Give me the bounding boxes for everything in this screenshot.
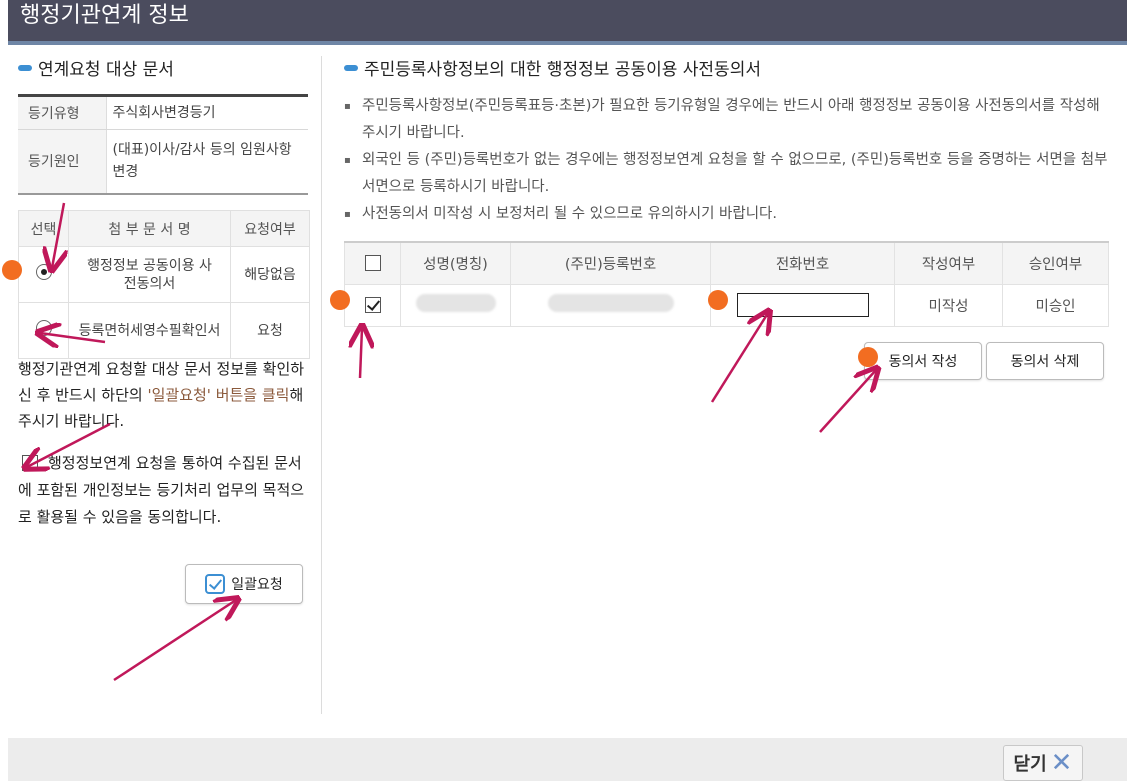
table-header-row: 성명(명칭) (주민)등록번호 전화번호 작성여부 승인여부 — [344, 241, 1109, 285]
select-cell — [18, 302, 69, 359]
select-all-cell — [344, 241, 401, 285]
request-notice: 행정기관연계 요청할 대상 문서 정보를 확인하신 후 반드시 하단의 '일괄요… — [18, 356, 308, 434]
doc-name: 등록면허세영수필확인서 — [68, 302, 231, 359]
approved-status: 미승인 — [1002, 283, 1109, 327]
section-bullet-icon — [344, 64, 358, 71]
window-title-bar: 행정기관연계 정보 — [8, 0, 1127, 44]
close-button[interactable]: 닫기 ✕ — [1003, 745, 1083, 781]
left-section-title: 연계요청 대상 문서 — [38, 60, 174, 80]
footer-bar — [8, 738, 1127, 781]
annotation-dot — [708, 290, 728, 310]
phone-input[interactable] — [736, 293, 869, 317]
table-header-row: 선택 첨 부 문 서 명 요청여부 — [18, 210, 310, 247]
attachment-doc-table: 선택 첨 부 문 서 명 요청여부 행정정보 공동이용 사전동의서 해당없음 등… — [18, 210, 310, 359]
annotation-dot — [2, 260, 22, 280]
privacy-consent-checkbox[interactable] — [22, 454, 38, 471]
redacted-name — [415, 294, 496, 312]
annotation-arrow — [113, 600, 236, 682]
row-select-cell — [344, 283, 401, 327]
reg-number-cell — [510, 283, 711, 327]
name-cell — [400, 283, 511, 327]
guide-item: 사전동의서 미작성 시 보정처리 될 수 있으므로 유의하시기 바랍니다. — [344, 201, 1109, 228]
col-header-doc-name: 첨 부 문 서 명 — [68, 210, 231, 247]
privacy-consent-text: 행정정보연계 요청을 통하여 수집된 문서에 포함된 개인정보는 등기처리 업무… — [18, 454, 305, 526]
info-label: 등기유형 — [18, 95, 107, 130]
notice-highlight: '일괄요청' 버튼을 클릭 — [147, 386, 290, 404]
doc-status: 해당없음 — [230, 246, 310, 303]
delete-consent-button[interactable]: 동의서 삭제 — [986, 342, 1104, 380]
col-header-phone: 전화번호 — [710, 241, 895, 285]
doc-name: 행정정보 공동이용 사전동의서 — [68, 246, 231, 303]
guide-list: 주민등록사항정보(주민등록표등·초본)가 필요한 등기유형일 경우에는 반드시 … — [344, 93, 1109, 228]
info-label: 등기원인 — [18, 129, 107, 195]
select-cell — [18, 246, 69, 303]
table-row: 등기원인 (대표)이사/감사 등의 임원사항 변경 — [18, 129, 308, 195]
right-section-header: 주민등록사항정보의 대한 행정정보 공동이용 사전동의서 — [344, 55, 761, 80]
doc-radio-button[interactable] — [35, 320, 52, 336]
annotation-dot — [858, 347, 878, 367]
doc-status: 요청 — [230, 302, 310, 359]
close-icon: ✕ — [1050, 748, 1073, 778]
privacy-consent: 행정정보연계 요청을 통하여 수집된 문서에 포함된 개인정보는 등기처리 업무… — [18, 450, 308, 531]
col-header-written: 작성여부 — [894, 241, 1003, 285]
right-section-title: 주민등록사항정보의 대한 행정정보 공동이용 사전동의서 — [364, 60, 761, 80]
guide-item: 외국인 등 (주민)등록번호가 없는 경우에는 행정정보연계 요청을 할 수 없… — [344, 147, 1109, 201]
window-title: 행정기관연계 정보 — [20, 3, 189, 28]
registration-info-table: 등기유형 주식회사변경등기 등기원인 (대표)이사/감사 등의 임원사항 변경 — [18, 94, 308, 195]
col-header-reg-number: (주민)등록번호 — [510, 241, 711, 285]
col-header-request: 요청여부 — [230, 210, 310, 247]
write-consent-button[interactable]: 동의서 작성 — [864, 342, 982, 380]
annotation-dot — [330, 290, 350, 310]
batch-request-button[interactable]: 일괄요청 — [185, 564, 303, 604]
redacted-reg-number — [547, 294, 674, 312]
info-value: (대표)이사/감사 등의 임원사항 변경 — [106, 129, 308, 195]
col-header-approved: 승인여부 — [1002, 241, 1109, 285]
annotation-arrow — [360, 328, 362, 379]
delete-consent-label: 동의서 삭제 — [1010, 354, 1080, 370]
info-value: 주식회사변경등기 — [106, 95, 308, 130]
select-all-checkbox[interactable] — [364, 255, 381, 272]
check-icon — [205, 574, 226, 594]
panel-divider — [321, 56, 322, 714]
phone-cell — [710, 283, 895, 327]
left-section-header: 연계요청 대상 문서 — [18, 55, 174, 80]
doc-radio-button[interactable] — [35, 264, 52, 280]
guide-item: 주민등록사항정보(주민등록표등·초본)가 필요한 등기유형일 경우에는 반드시 … — [344, 93, 1109, 147]
col-header-select: 선택 — [18, 210, 69, 247]
write-consent-label: 동의서 작성 — [888, 354, 958, 370]
title-underline — [8, 41, 1127, 45]
row-checkbox[interactable] — [364, 297, 381, 313]
col-header-name: 성명(명칭) — [400, 241, 511, 285]
batch-request-label: 일괄요청 — [231, 577, 283, 593]
table-row: 등기유형 주식회사변경등기 — [18, 95, 308, 130]
section-bullet-icon — [18, 64, 32, 71]
table-row: 등록면허세영수필확인서 요청 — [18, 302, 310, 359]
table-row: 행정정보 공동이용 사전동의서 해당없음 — [18, 246, 310, 303]
close-label: 닫기 — [1013, 754, 1047, 775]
consent-table: 성명(명칭) (주민)등록번호 전화번호 작성여부 승인여부 미작성 미승인 — [344, 241, 1109, 327]
written-status: 미작성 — [894, 283, 1003, 327]
